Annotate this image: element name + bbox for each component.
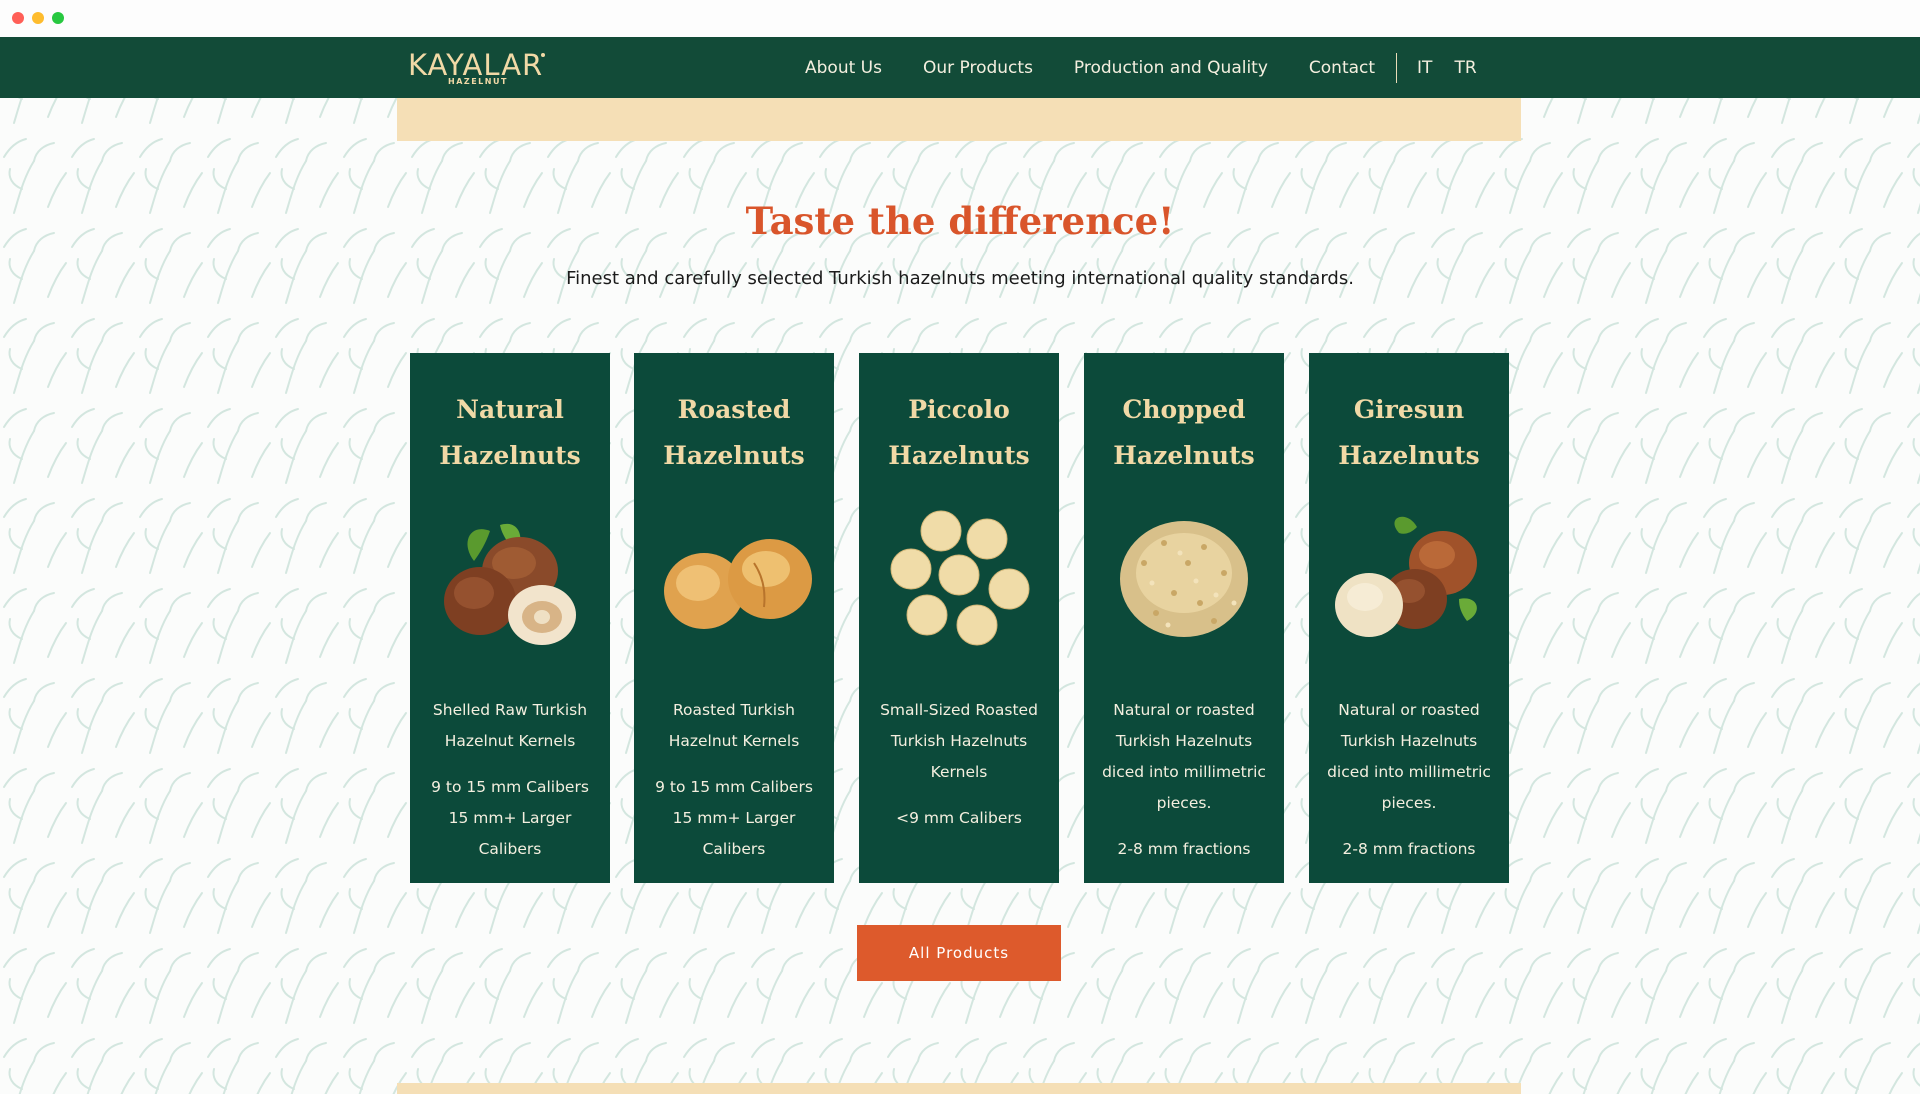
- card-title-line1: Chopped: [1122, 395, 1246, 424]
- nav-our-products[interactable]: Our Products: [923, 58, 1033, 78]
- card-desc-text: Natural or roasted Turkish Hazelnuts dic…: [1327, 701, 1491, 812]
- card-desc-text: Roasted Turkish Hazelnut Kernels: [668, 701, 800, 750]
- card-title-line2: Hazelnuts: [439, 441, 581, 470]
- top-navbar: KAYALAR HAZELNUT About Us Our Products P…: [0, 37, 1920, 98]
- card-title: Roasted Hazelnuts: [634, 387, 834, 479]
- card-title-line1: Piccolo: [908, 395, 1010, 424]
- card-desc-text: Natural or roasted Turkish Hazelnuts dic…: [1102, 701, 1266, 812]
- card-spec-text: <9 mm Calibers: [896, 809, 1022, 827]
- card-spec-text: 9 to 15 mm Calibers 15 mm+ Larger Calibe…: [655, 778, 813, 858]
- natural-hazelnuts-image: [444, 523, 576, 645]
- language-tr-link[interactable]: TR: [1454, 58, 1476, 78]
- card-title: Piccolo Hazelnuts: [859, 387, 1059, 479]
- nav-contact[interactable]: Contact: [1309, 58, 1375, 78]
- card-spec-text: 2-8 mm fractions: [1342, 840, 1476, 858]
- hero-bottom-band: [397, 98, 1521, 141]
- section-title: Taste the difference!: [745, 199, 1175, 243]
- footer-top-band: [397, 1083, 1521, 1094]
- language-it-link[interactable]: IT: [1417, 58, 1432, 78]
- product-card-piccolo[interactable]: Piccolo Hazelnuts Small-Sized Roasted Tu…: [859, 353, 1059, 883]
- nav-about-us[interactable]: About Us: [805, 58, 882, 78]
- product-card-chopped[interactable]: Chopped Hazelnuts Natural or roasted Tur…: [1084, 353, 1284, 883]
- card-desc-text: Shelled Raw Turkish Hazelnut Kernels: [432, 701, 588, 750]
- card-description: Roasted Turkish Hazelnut Kernels 9 to 15…: [648, 695, 820, 865]
- card-desc-text: Small-Sized Roasted Turkish Hazelnuts Ke…: [880, 701, 1038, 781]
- card-spec-text: 9 to 15 mm Calibers 15 mm+ Larger Calibe…: [431, 778, 589, 858]
- main-nav: About Us Our Products Production and Qua…: [805, 37, 1499, 98]
- card-title: Natural Hazelnuts: [410, 387, 610, 479]
- card-title-line2: Hazelnuts: [1113, 441, 1255, 470]
- minimize-window-icon[interactable]: [32, 12, 44, 24]
- roasted-hazelnuts-image: [664, 539, 812, 629]
- card-title: Giresun Hazelnuts: [1309, 387, 1509, 479]
- kayalar-logo[interactable]: KAYALAR HAZELNUT: [408, 48, 548, 88]
- page: KAYALAR HAZELNUT About Us Our Products P…: [0, 37, 1920, 1094]
- all-products-button[interactable]: All Products: [857, 925, 1061, 981]
- logo-subtitle: HAZELNUT: [448, 77, 508, 86]
- product-card-roasted[interactable]: Roasted Hazelnuts Roasted Turkish Hazeln…: [634, 353, 834, 883]
- maximize-window-icon[interactable]: [52, 12, 64, 24]
- card-spec-text: 2-8 mm fractions: [1117, 840, 1251, 858]
- logo-dot: [541, 53, 545, 57]
- close-window-icon[interactable]: [12, 12, 24, 24]
- giresun-hazelnuts-image: [1335, 516, 1477, 637]
- browser-chrome: [0, 0, 1920, 38]
- product-card-natural[interactable]: Natural Hazelnuts Shelled Raw Turkish Ha…: [410, 353, 610, 883]
- section-subtitle: Finest and carefully selected Turkish ha…: [566, 268, 1354, 289]
- card-description: Natural or roasted Turkish Hazelnuts dic…: [1098, 695, 1270, 865]
- card-title-line2: Hazelnuts: [888, 441, 1030, 470]
- piccolo-hazelnuts-image: [890, 510, 1030, 646]
- card-description: Small-Sized Roasted Turkish Hazelnuts Ke…: [873, 695, 1045, 834]
- nav-divider: [1396, 52, 1398, 83]
- card-title-line2: Hazelnuts: [1338, 441, 1480, 470]
- card-title-line1: Natural: [456, 395, 564, 424]
- card-title-line1: Giresun: [1353, 395, 1465, 424]
- chopped-hazelnuts-image: [1120, 521, 1248, 637]
- card-title: Chopped Hazelnuts: [1084, 387, 1284, 479]
- card-title-line2: Hazelnuts: [663, 441, 805, 470]
- card-description: Natural or roasted Turkish Hazelnuts dic…: [1323, 695, 1495, 865]
- card-title-line1: Roasted: [677, 395, 791, 424]
- card-description: Shelled Raw Turkish Hazelnut Kernels 9 t…: [424, 695, 596, 865]
- product-card-giresun[interactable]: Giresun Hazelnuts Natural or roasted Tur…: [1309, 353, 1509, 883]
- nav-production-and-quality[interactable]: Production and Quality: [1074, 58, 1268, 78]
